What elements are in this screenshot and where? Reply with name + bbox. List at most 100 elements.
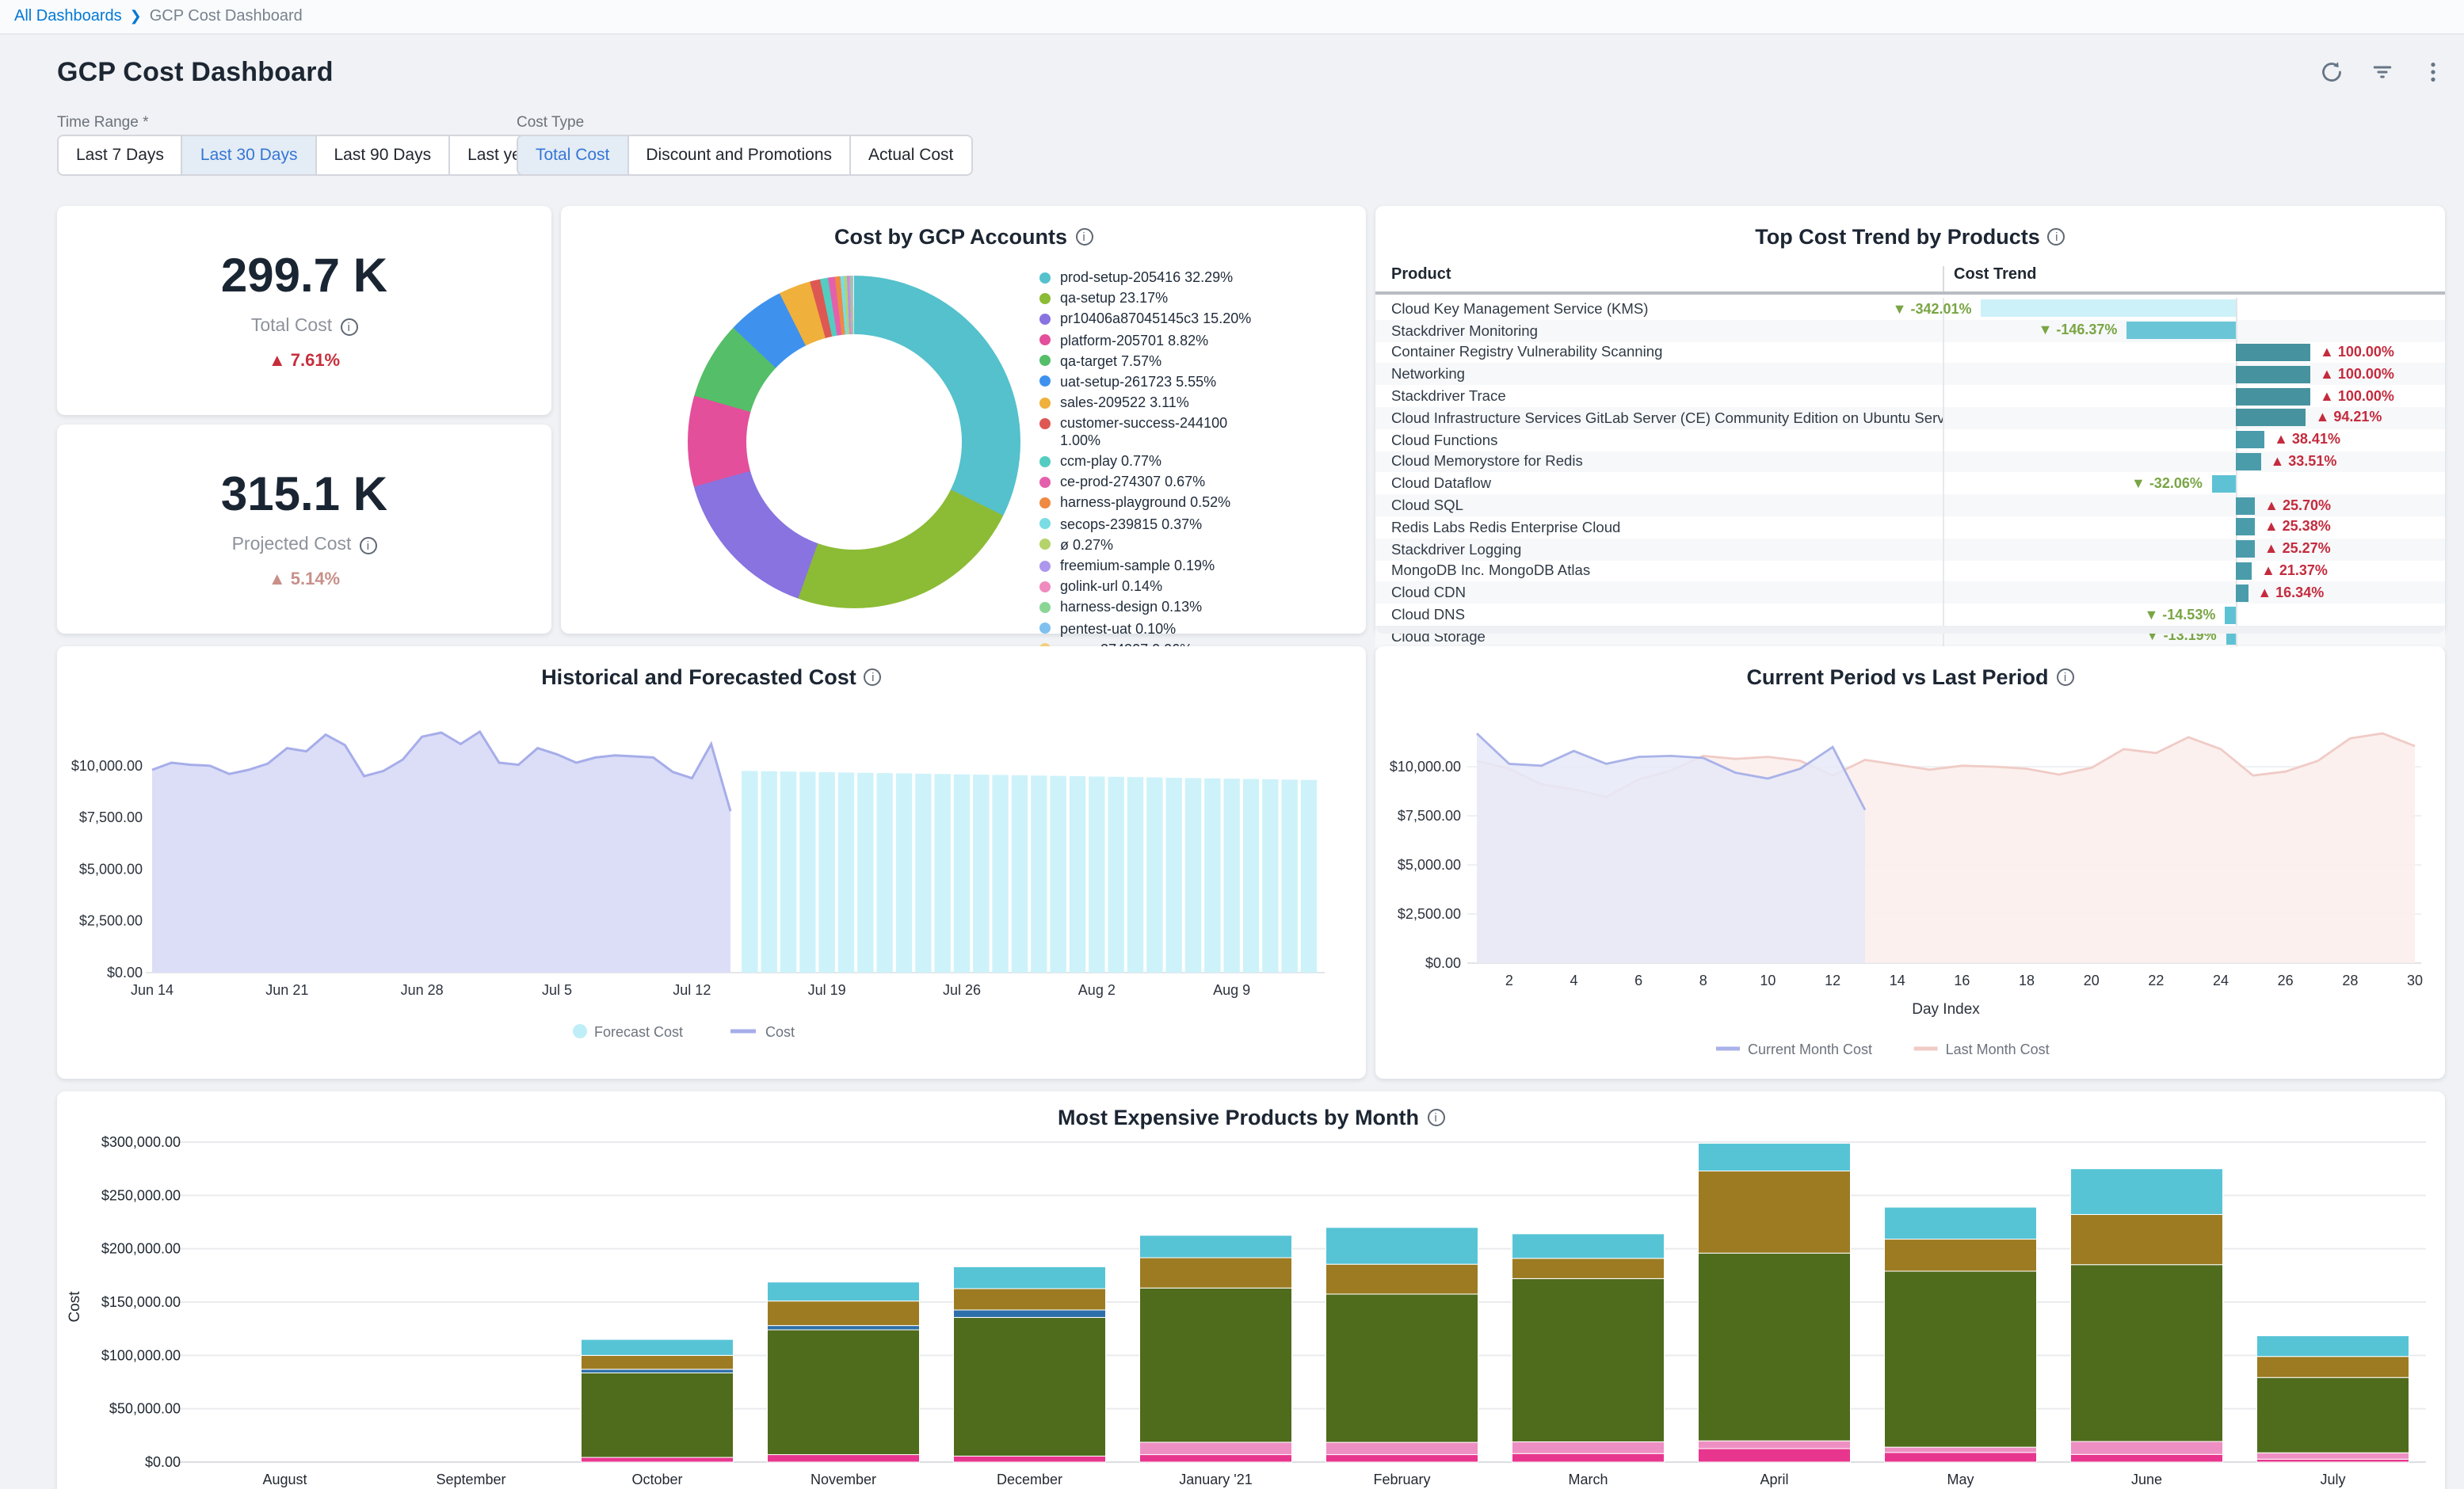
- svg-text:$7,500.00: $7,500.00: [79, 809, 143, 825]
- legend-item-qa-setup[interactable]: qa-setup 23.17%: [1039, 290, 1350, 307]
- top-cost-trend-card: Top Cost Trend by Products i Product Cos…: [1375, 206, 2445, 634]
- product-name: Cloud CDN: [1375, 585, 1943, 601]
- cost-trend-cell: ▼ -14.53%: [1943, 604, 2445, 626]
- breadcrumb-link-all-dashboards[interactable]: All Dashboards: [14, 8, 122, 25]
- svg-text:14: 14: [1890, 973, 1905, 988]
- cost-type-option-actual-cost[interactable]: Actual Cost: [851, 136, 971, 174]
- gcp-cost-dashboard-page: All Dashboards ❯ GCP Cost Dashboard GCP …: [0, 0, 2464, 1489]
- legend-item-freemium-sample[interactable]: freemium-sample 0.19%: [1039, 558, 1350, 574]
- info-icon[interactable]: i: [340, 318, 357, 335]
- cost-type-option-total-cost[interactable]: Total Cost: [518, 136, 628, 174]
- time-range-option-last-7-days[interactable]: Last 7 Days: [59, 136, 183, 174]
- svg-text:Current Month Cost: Current Month Cost: [1748, 1042, 1872, 1057]
- info-icon[interactable]: i: [2057, 668, 2074, 685]
- trend-bar: [2225, 606, 2236, 623]
- trend-bar: [2236, 540, 2255, 558]
- svg-text:8: 8: [1699, 973, 1707, 988]
- legend-dot: [1039, 560, 1051, 571]
- svg-text:Jun 28: Jun 28: [401, 982, 444, 998]
- table-row-cloud-infrastructure-services-gitlab-ser: Cloud Infrastructure Services GitLab Ser…: [1375, 407, 2445, 429]
- legend-item-prod-setup-205416[interactable]: prod-setup-205416 32.29%: [1039, 269, 1350, 286]
- cost-type-option-discount-and-promotions[interactable]: Discount and Promotions: [628, 136, 851, 174]
- svg-text:28: 28: [2342, 973, 2358, 988]
- svg-text:September: September: [436, 1472, 505, 1487]
- legend-item-[interactable]: ø 0.27%: [1039, 537, 1350, 554]
- trend-bar: [2236, 585, 2248, 602]
- info-icon[interactable]: i: [1075, 227, 1093, 245]
- table-row-cloud-memorystore-for-redis: Cloud Memorystore for Redis ▲ 33.51%: [1375, 451, 2445, 473]
- svg-text:$50,000.00: $50,000.00: [109, 1401, 181, 1417]
- svg-text:10: 10: [1760, 973, 1776, 988]
- legend-item-qa-target[interactable]: qa-target 7.57%: [1039, 353, 1350, 370]
- total-cost-card: 299.7 K Total Cost i ▲ 7.61%: [57, 206, 551, 415]
- legend-item-uat-setup-261723[interactable]: uat-setup-261723 5.55%: [1039, 374, 1350, 390]
- kebab-menu-icon[interactable]: [2421, 60, 2445, 84]
- trend-percent: ▲ 100.00%: [2320, 366, 2394, 382]
- product-name: Cloud Memorystore for Redis: [1375, 454, 1943, 470]
- time-range-option-last-30-days[interactable]: Last 30 Days: [183, 136, 317, 174]
- svg-text:$250,000.00: $250,000.00: [101, 1187, 181, 1203]
- info-icon[interactable]: i: [359, 536, 376, 554]
- info-icon[interactable]: i: [1427, 1108, 1444, 1125]
- svg-text:Aug 9: Aug 9: [1213, 982, 1250, 998]
- legend-item-harness-design[interactable]: harness-design 0.13%: [1039, 600, 1350, 616]
- historical-forecast-card: Historical and Forecasted Cost i $0.00$2…: [57, 646, 1366, 1079]
- legend-dot: [1039, 376, 1051, 387]
- legend-item-ce-prod-274307[interactable]: ce-prod-274307 0.67%: [1039, 474, 1350, 491]
- info-icon[interactable]: i: [864, 668, 882, 685]
- most-expensive-products-chart[interactable]: $0.00$50,000.00$100,000.00$150,000.00$20…: [57, 1133, 2445, 1489]
- legend-item-pr10406a87045145c3[interactable]: pr10406a87045145c3 15.20%: [1039, 311, 1350, 328]
- product-name: Networking: [1375, 367, 1943, 383]
- table-row-stackdriver-trace: Stackdriver Trace▲ 100.00%: [1375, 385, 2445, 407]
- legend-dot: [1039, 272, 1051, 283]
- trend-percent: ▲ 33.51%: [2270, 453, 2336, 469]
- trend-table-scrollbar[interactable]: [1375, 626, 2445, 634]
- time-range-option-last-90-days[interactable]: Last 90 Days: [317, 136, 451, 174]
- legend-item-golink-url[interactable]: golink-url 0.14%: [1039, 578, 1350, 595]
- donut-chart[interactable]: [688, 276, 1020, 608]
- table-row-container-registry-vulnerability-scannin: Container Registry Vulnerability Scannin…: [1375, 341, 2445, 364]
- product-name: Container Registry Vulnerability Scannin…: [1375, 345, 1943, 360]
- svg-text:December: December: [997, 1472, 1062, 1487]
- historical-forecast-chart[interactable]: $0.00$2,500.00$5,000.00$7,500.00$10,000.…: [57, 691, 1353, 1063]
- svg-text:Cost: Cost: [765, 1024, 795, 1040]
- filter-icon[interactable]: [2371, 60, 2394, 84]
- legend-item-customer-success-244100[interactable]: customer-success-244100 1.00%: [1039, 416, 1350, 449]
- svg-text:March: March: [1568, 1472, 1608, 1487]
- page-title: GCP Cost Dashboard: [57, 57, 334, 89]
- legend-item-pentest-uat[interactable]: pentest-uat 0.10%: [1039, 620, 1350, 637]
- svg-text:24: 24: [2213, 973, 2229, 988]
- table-row-cloud-key-management-service-kms: Cloud Key Management Service (KMS)▼ -342…: [1375, 298, 2445, 320]
- column-header-product: Product: [1375, 266, 1943, 291]
- svg-text:Forecast Cost: Forecast Cost: [594, 1024, 683, 1040]
- cost-trend-cell: ▲ 100.00%: [1943, 341, 2445, 364]
- svg-text:Jul 19: Jul 19: [808, 982, 846, 998]
- cost-by-gcp-accounts-card: Cost by GCP Accounts i prod-setup-205416…: [561, 206, 1366, 634]
- table-row-redis-labs-redis-enterprise-cloud: Redis Labs Redis Enterprise Cloud▲ 25.38…: [1375, 516, 2445, 539]
- cost-trend-cell: ▲ 38.41%: [1943, 429, 2445, 451]
- trend-percent: ▲ 38.41%: [2274, 432, 2340, 447]
- refresh-icon[interactable]: [2320, 60, 2344, 84]
- legend-item-harness-playground[interactable]: harness-playground 0.52%: [1039, 495, 1350, 512]
- breadcrumb-current: GCP Cost Dashboard: [150, 8, 303, 25]
- header-actions: [2320, 60, 2445, 84]
- legend-item-ccm-play[interactable]: ccm-play 0.77%: [1039, 453, 1350, 470]
- cost-trend-cell: ▼ -342.01%: [1943, 298, 2445, 320]
- table-row-cloud-functions: Cloud Functions▲ 38.41%: [1375, 429, 2445, 451]
- legend-dot: [1039, 581, 1051, 592]
- legend-item-platform-205701[interactable]: platform-205701 8.82%: [1039, 332, 1350, 348]
- cost-trend-cell: ▲ 16.34%: [1943, 582, 2445, 604]
- table-row-cloud-sql: Cloud SQL▲ 25.70%: [1375, 494, 2445, 516]
- svg-text:May: May: [1947, 1472, 1974, 1487]
- trend-percent: ▼ -146.37%: [2039, 322, 2118, 338]
- legend-item-sales-209522[interactable]: sales-209522 3.11%: [1039, 394, 1350, 411]
- total-cost-value: 299.7 K: [221, 250, 387, 304]
- product-name: Cloud Key Management Service (KMS): [1375, 301, 1943, 317]
- info-icon[interactable]: i: [2048, 227, 2065, 245]
- trend-bar: [2236, 431, 2264, 448]
- projected-cost-label: Projected Cost i: [232, 535, 377, 554]
- period-comparison-chart[interactable]: $0.00$2,500.00$5,000.00$7,500.00$10,000.…: [1375, 691, 2432, 1063]
- svg-text:16: 16: [1954, 973, 1970, 988]
- cost-trend-cell: ▲ 21.37%: [1943, 560, 2445, 582]
- legend-item-secops-239815[interactable]: secops-239815 0.37%: [1039, 516, 1350, 532]
